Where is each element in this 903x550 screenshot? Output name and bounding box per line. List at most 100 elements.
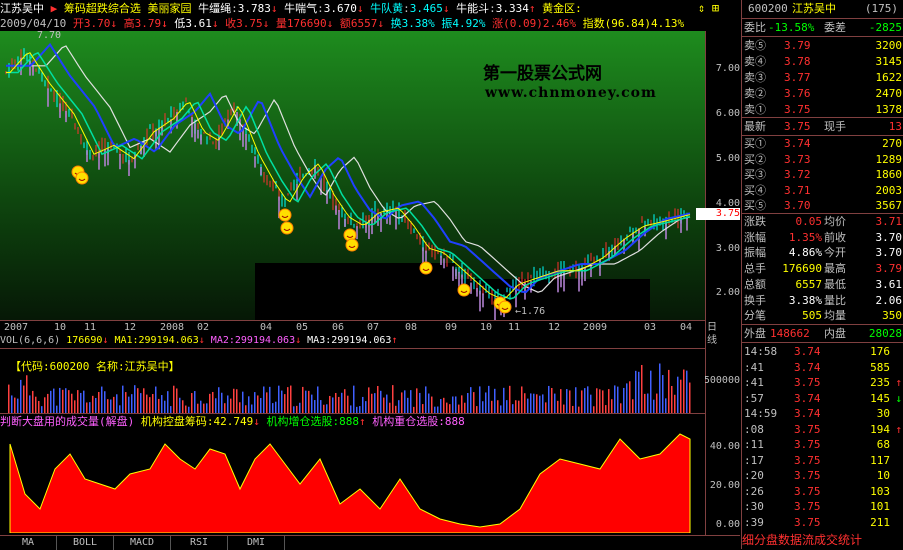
volume-bar — [206, 403, 208, 413]
tab-boll[interactable]: BOLL — [57, 536, 114, 550]
volume-bar — [107, 399, 109, 413]
volume-bar — [251, 404, 253, 413]
volume-bar — [398, 400, 400, 413]
trade-row: :11 3.75 68 — [744, 438, 890, 451]
volume-bar — [263, 386, 265, 413]
date-label: 08 — [405, 322, 418, 333]
volume-bar — [632, 399, 634, 413]
info-amplitude: 振4.92% — [441, 17, 486, 30]
volume-bar — [182, 400, 184, 413]
high-marker: 7.70 — [37, 30, 62, 41]
chip-bar — [482, 293, 484, 308]
chip-bar — [452, 266, 454, 281]
volume-bar — [239, 402, 241, 413]
volume-bar — [365, 401, 367, 413]
volume-bar — [611, 399, 613, 413]
tab-rsi[interactable]: RSI — [171, 536, 228, 550]
volume-bar — [305, 390, 307, 413]
volume-bar — [227, 395, 229, 413]
indicator-name[interactable]: 筹码超跌综合选 — [64, 2, 141, 15]
volume-bar — [29, 395, 31, 413]
up-down-icon[interactable]: ⇕ — [698, 1, 705, 15]
volume-bar — [359, 406, 361, 413]
volume-bar — [158, 398, 160, 413]
volume-bar — [677, 376, 679, 413]
volume-bar — [140, 393, 142, 413]
trade-row: :20 3.75 10 — [744, 469, 890, 482]
panel-bottom-label[interactable]: 细分盘数据流成交统计 — [742, 533, 903, 548]
date-label: 07 — [367, 322, 380, 333]
grid-icon[interactable]: ⊞ — [712, 1, 719, 15]
volume-chart[interactable]: 【代码:600200 名称:江苏吴中】 — [0, 348, 705, 413]
volume-bar — [314, 400, 316, 413]
volume-bar — [266, 392, 268, 413]
volume-bar — [596, 388, 598, 413]
volume-bar — [47, 393, 49, 413]
info-low: 低3.61 — [174, 17, 212, 30]
chip-bar — [296, 184, 298, 201]
volume-bar — [587, 386, 589, 413]
vol-tick: 500000 — [703, 375, 740, 386]
volume-bar — [191, 393, 193, 413]
volume-bar — [401, 392, 403, 413]
outer-inner-row: 外盘 148662 内盘 28028 — [744, 327, 902, 340]
volume-bar — [59, 387, 61, 413]
date-label: 2007 — [4, 322, 29, 333]
volume-bar — [230, 398, 232, 413]
volume-bar — [329, 395, 331, 413]
volume-bar — [641, 364, 643, 413]
code-box: 【代码:600200 名称:江苏吴中】 — [10, 360, 180, 373]
volume-bar — [128, 396, 130, 413]
volume-bar — [566, 389, 568, 413]
volume-bar — [404, 390, 406, 413]
date-label: 2009 — [583, 322, 608, 333]
niu-neng-value: 3.334 — [495, 2, 529, 15]
period-label[interactable]: 日线 — [707, 321, 717, 347]
price-chart[interactable]: 7.70 ←1.76 第一股票公式网 www.chnmoney.com — [0, 30, 705, 321]
volume-bar — [11, 395, 13, 413]
volume-bar — [482, 401, 484, 413]
volume-bar — [119, 405, 121, 413]
stat-row: 总额 6557 最低 3.61 — [744, 277, 902, 291]
volume-bar — [440, 399, 442, 413]
volume-bar — [65, 388, 67, 413]
indicator-chart[interactable] — [0, 429, 705, 534]
tab-macd[interactable]: MACD — [114, 536, 171, 550]
volume-bar — [683, 369, 685, 413]
chip-bar — [194, 123, 196, 142]
volume-bar — [50, 390, 52, 413]
volume-bar — [17, 398, 19, 413]
volume-bar — [35, 396, 37, 413]
current-price-tag: 3.75 — [696, 208, 740, 220]
volume-bar — [386, 394, 388, 413]
chip-bar — [686, 216, 688, 231]
chip-bar — [245, 134, 247, 151]
tab-ma[interactable]: MA — [0, 536, 57, 550]
volume-bar — [344, 389, 346, 413]
volume-bar — [548, 385, 550, 413]
chip-bar — [443, 258, 445, 269]
volume-bar — [56, 405, 58, 413]
arrow-right-icon[interactable]: ▶ — [51, 2, 58, 15]
volume-bar — [323, 404, 325, 413]
heavy-label: 机构重仓选股:888 — [372, 415, 465, 428]
stock-name[interactable]: 江苏吴中 — [0, 2, 44, 15]
volume-bar — [95, 397, 97, 413]
info-turnover: 换3.38% — [390, 17, 435, 30]
tab-dmi[interactable]: DMI — [228, 536, 285, 550]
volume-bar — [383, 397, 385, 413]
volume-bar — [143, 388, 145, 413]
volume-bar — [608, 389, 610, 413]
volume-bar — [161, 395, 163, 413]
volume-bar — [572, 405, 574, 413]
smiley-icon — [75, 171, 89, 185]
chip-bar — [29, 61, 31, 76]
black-zone — [455, 279, 650, 320]
volume-bar — [584, 388, 586, 413]
panel-name: 江苏吴中 — [792, 2, 836, 15]
volume-bar — [644, 393, 646, 413]
volume-bar — [680, 379, 682, 413]
info-date: 2009/04/10 — [0, 17, 67, 30]
stat-row: 总手 176690 最高 3.79 — [744, 262, 902, 276]
volume-bar — [242, 391, 244, 413]
